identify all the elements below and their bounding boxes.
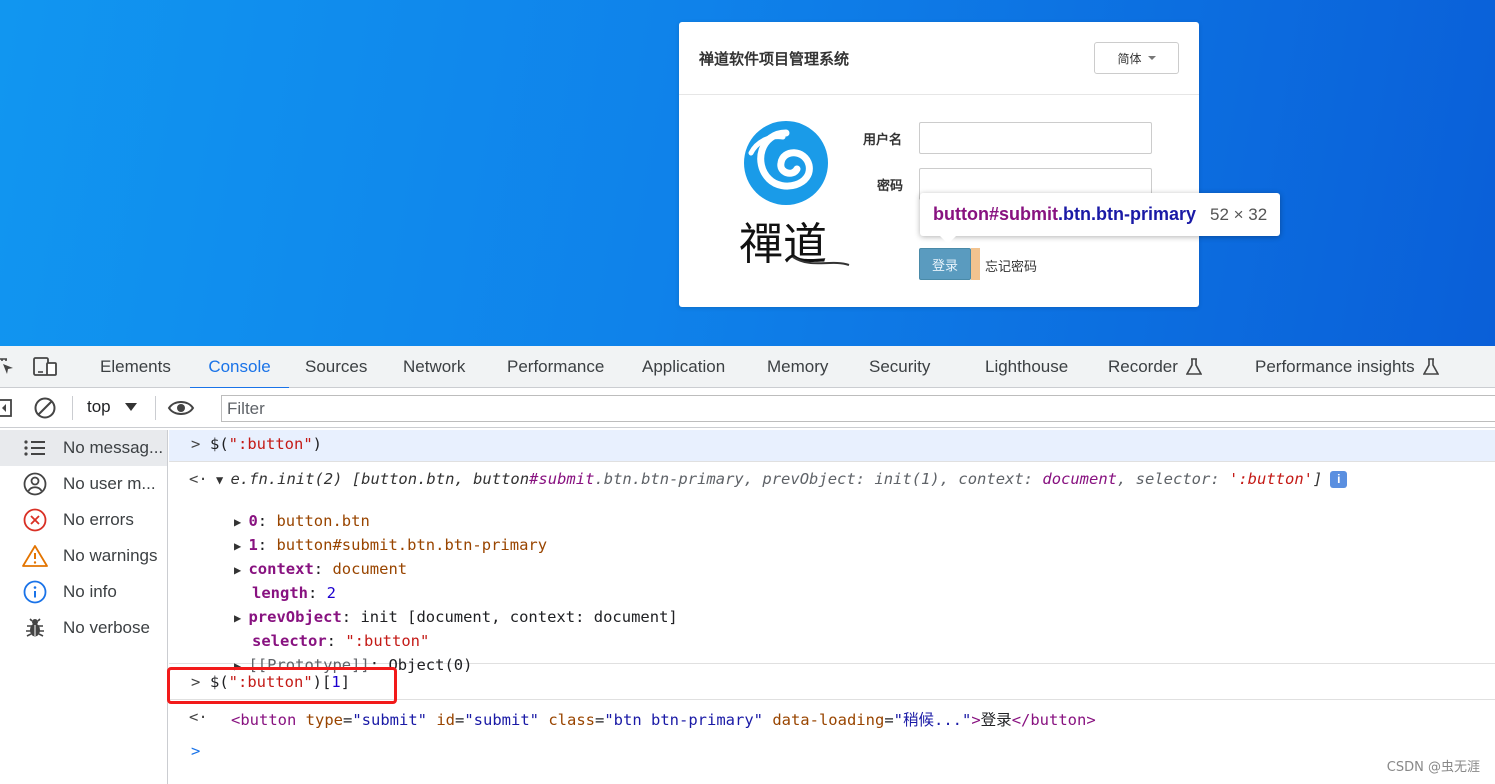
tooltip-size: 52 × 32 bbox=[1209, 204, 1268, 224]
property-row[interactable]: ▶ 1: button#submit.btn.btn-primary bbox=[169, 518, 1495, 554]
forgot-password-link[interactable]: 忘记密码 bbox=[985, 256, 1037, 275]
watermark: CSDN @虫无涯 bbox=[1386, 760, 1480, 775]
console-result-row[interactable]: <· <button type="submit" id="submit" cla… bbox=[169, 708, 1495, 732]
page-viewport: 禅道软件项目管理系统 简体 禪道 用户名 密码 登录 忘记密码 button#s… bbox=[0, 0, 1495, 346]
caret-down-icon bbox=[124, 403, 137, 411]
html-element-output: <button type="submit" id="submit" class=… bbox=[231, 711, 1096, 729]
sidebar-item-label: No info bbox=[63, 582, 117, 601]
user-icon bbox=[22, 472, 48, 496]
inspect-element-icon[interactable] bbox=[0, 357, 16, 382]
property-row: selector: ":button" bbox=[252, 632, 430, 650]
toolbar-separator bbox=[155, 396, 156, 420]
tab-performance-insights[interactable]: Performance insights bbox=[1255, 346, 1439, 388]
console-sidebar: No messag... No user m... No errors No w… bbox=[0, 430, 168, 784]
sidebar-item-messages[interactable]: No messag... bbox=[0, 430, 167, 466]
toolbar-separator bbox=[72, 396, 73, 420]
sidebar-toggle-icon[interactable] bbox=[0, 398, 14, 423]
bug-icon bbox=[22, 616, 48, 640]
sidebar-item-verbose[interactable]: No verbose bbox=[0, 610, 167, 646]
tab-security[interactable]: Security bbox=[869, 346, 930, 388]
tab-sources[interactable]: Sources bbox=[305, 346, 367, 388]
sidebar-item-warnings[interactable]: No warnings bbox=[0, 538, 167, 574]
return-arrow-icon: <· bbox=[189, 470, 208, 488]
sidebar-item-info[interactable]: No info bbox=[0, 574, 167, 610]
console-prompt[interactable]: > bbox=[169, 742, 1495, 768]
info-badge-icon[interactable]: i bbox=[1330, 471, 1348, 488]
tab-application[interactable]: Application bbox=[642, 346, 725, 388]
return-arrow-icon: <· bbox=[189, 708, 208, 726]
language-label: 简体 bbox=[1117, 51, 1142, 66]
inspect-margin-highlight bbox=[971, 248, 980, 280]
property-row[interactable]: ▶ prevObject: init [document, context: d… bbox=[169, 590, 1495, 626]
tab-elements[interactable]: Elements bbox=[100, 346, 171, 388]
chevron-right-icon: > bbox=[191, 435, 201, 453]
sidebar-item-label: No warnings bbox=[63, 546, 158, 565]
device-toolbar-icon[interactable] bbox=[32, 356, 58, 383]
annotation-highlight-box bbox=[167, 667, 397, 704]
property-row[interactable]: ▶ context: document bbox=[169, 542, 1495, 578]
tab-console[interactable]: Console bbox=[190, 346, 289, 389]
sidebar-item-errors[interactable]: No errors bbox=[0, 502, 167, 538]
sidebar-item-user-messages[interactable]: No user m... bbox=[0, 466, 167, 502]
property-row: length: 2 bbox=[252, 584, 337, 602]
username-input[interactable] bbox=[919, 122, 1152, 154]
error-icon bbox=[22, 508, 48, 532]
clear-console-icon[interactable] bbox=[33, 396, 57, 425]
result-summary: ▼ e.fn.init(2) [button.btn, button#submi… bbox=[216, 470, 1348, 488]
sidebar-item-label: No verbose bbox=[63, 618, 150, 637]
username-label: 用户名 bbox=[863, 133, 903, 148]
tab-recorder-label: Recorder bbox=[1108, 357, 1178, 376]
context-select[interactable]: top bbox=[87, 397, 137, 417]
sidebar-item-label: No messag... bbox=[63, 438, 164, 457]
sidebar-item-label: No errors bbox=[63, 510, 134, 529]
panel-header: 禅道软件项目管理系统 简体 bbox=[679, 22, 1199, 95]
zentao-logo: 禪道 bbox=[731, 119, 861, 270]
filter-input[interactable] bbox=[221, 395, 1495, 422]
tab-performance[interactable]: Performance bbox=[507, 346, 604, 388]
devtools-tabbar: Elements Console Sources Network Perform… bbox=[0, 346, 1495, 389]
console-toolbar: top bbox=[0, 388, 1495, 428]
context-select-label: top bbox=[87, 397, 111, 416]
tab-performance-insights-label: Performance insights bbox=[1255, 357, 1415, 376]
console-result-row[interactable]: <· ▼ e.fn.init(2) [button.btn, button#su… bbox=[169, 470, 1495, 494]
flask-icon bbox=[1422, 358, 1439, 375]
tab-memory[interactable]: Memory bbox=[767, 346, 828, 388]
live-expression-eye-icon[interactable] bbox=[167, 398, 195, 423]
caret-down-icon bbox=[1147, 56, 1156, 60]
svg-text:禪道: 禪道 bbox=[739, 219, 827, 269]
sidebar-item-label: No user m... bbox=[63, 474, 156, 493]
password-label: 密码 bbox=[877, 179, 904, 194]
inspect-tooltip: button#submit.btn.btn-primary 52 × 32 bbox=[920, 193, 1281, 244]
login-button[interactable]: 登录 bbox=[919, 248, 971, 280]
language-select-button[interactable]: 简体 bbox=[1094, 42, 1179, 74]
login-panel: 禅道软件项目管理系统 简体 禪道 用户名 密码 登录 忘记密码 bbox=[679, 22, 1199, 307]
devtools-panel: Elements Console Sources Network Perform… bbox=[0, 346, 1495, 784]
chevron-right-icon: > bbox=[191, 742, 201, 760]
tooltip-selector: button#submit.btn.btn-primary bbox=[933, 204, 1196, 224]
property-row[interactable]: ▶ 0: button.btn bbox=[169, 494, 1495, 530]
console-input-row[interactable]: > $(":button") bbox=[169, 430, 1495, 462]
page-title: 禅道软件项目管理系统 bbox=[699, 50, 850, 68]
tab-network[interactable]: Network bbox=[403, 346, 465, 388]
console-output: > $(":button") <· ▼ e.fn.init(2) [button… bbox=[169, 430, 1495, 784]
tab-recorder[interactable]: Recorder bbox=[1108, 346, 1202, 388]
tab-lighthouse[interactable]: Lighthouse bbox=[985, 346, 1068, 388]
command-text: $(":button") bbox=[210, 435, 323, 453]
warning-icon bbox=[22, 544, 48, 568]
flask-icon bbox=[1185, 358, 1202, 375]
info-icon bbox=[22, 580, 48, 604]
list-icon bbox=[22, 436, 48, 460]
property-row[interactable]: ▶ [[Prototype]]: Object(0) bbox=[169, 638, 1495, 674]
expanded-triangle-icon: ▼ bbox=[216, 473, 231, 487]
